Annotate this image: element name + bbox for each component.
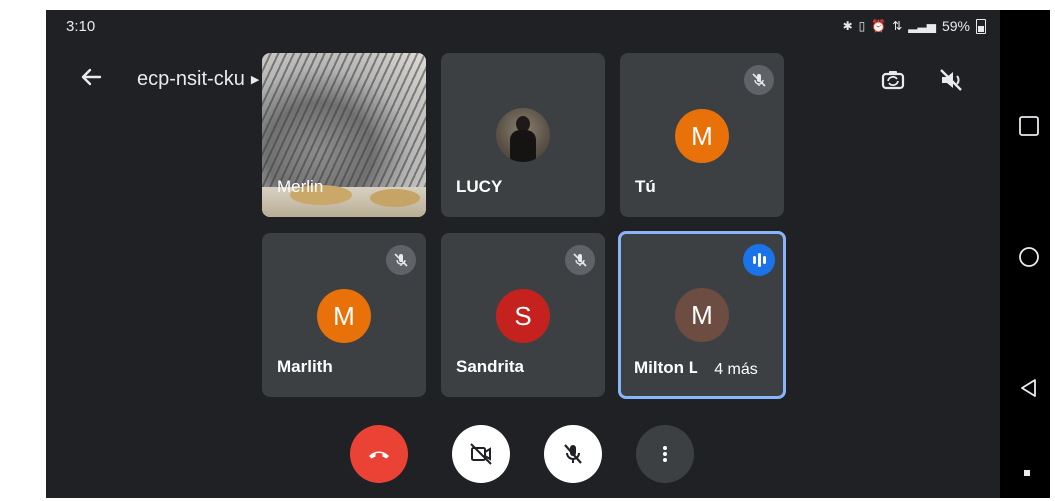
participant-tile-tu[interactable]: M Tú — [620, 53, 784, 217]
avatar: S — [496, 289, 550, 343]
participant-name: LUCY — [456, 177, 503, 196]
more-options-button[interactable] — [636, 425, 694, 483]
end-call-button[interactable] — [350, 425, 408, 483]
caret-right-icon: ▶ — [250, 74, 260, 86]
meeting-title[interactable]: ecp-nsit-cku ▶ — [137, 68, 259, 91]
participant-name: Tú — [635, 177, 656, 196]
camera-toggle-button[interactable] — [452, 425, 510, 483]
mic-off-icon — [564, 444, 582, 464]
more-vert-icon — [663, 446, 667, 462]
battery-icon — [976, 18, 986, 34]
vibrate-icon: ▯ — [858, 19, 866, 33]
participant-tile-merlin[interactable]: Merlin — [262, 53, 426, 217]
participant-name: Merlin — [277, 177, 324, 196]
speaking-indicator-icon — [743, 244, 775, 276]
more-participants-chip[interactable]: 4 más — [697, 352, 775, 388]
mic-toggle-button[interactable] — [544, 425, 602, 483]
back-arrow-icon[interactable] — [78, 64, 104, 90]
end-call-icon — [369, 451, 389, 459]
participant-name: Marlith — [277, 357, 333, 376]
speaker-off-icon[interactable] — [936, 65, 966, 95]
avatar — [496, 108, 550, 162]
status-icons: ✱ ▯ ⏰ ⇅ ▂▃▅ 59% — [843, 18, 986, 34]
participant-name: Sandrita — [456, 357, 525, 376]
alarm-icon: ⏰ — [871, 19, 887, 33]
avatar: M — [675, 288, 729, 342]
avatar: M — [317, 289, 371, 343]
participant-tile-marlith[interactable]: M Marlith — [262, 233, 426, 397]
battery-percent: 59% — [941, 18, 970, 34]
recents-icon[interactable] — [1018, 115, 1040, 142]
camera-off-icon — [470, 443, 492, 465]
avatar: M — [675, 109, 729, 163]
mic-off-icon — [386, 245, 416, 275]
data-icon: ⇅ — [892, 19, 903, 33]
nav-back-icon[interactable] — [1018, 377, 1040, 404]
signal-icon: ▂▃▅ — [908, 19, 936, 33]
status-bar: 3:10 ✱ ▯ ⏰ ⇅ ▂▃▅ 59% — [66, 16, 986, 40]
mic-off-icon — [565, 245, 595, 275]
switch-camera-icon[interactable] — [878, 65, 908, 95]
status-time: 3:10 — [66, 18, 96, 35]
nav-dot — [1024, 470, 1030, 476]
participant-tile-sandrita[interactable]: S Sandrita — [441, 233, 605, 397]
meeting-code: ecp-nsit-cku — [137, 68, 245, 90]
mic-off-icon — [744, 65, 774, 95]
participant-tile-lucy[interactable]: LUCY — [441, 53, 605, 217]
bluetooth-icon: ✱ — [842, 19, 853, 33]
home-icon[interactable] — [1018, 246, 1040, 273]
